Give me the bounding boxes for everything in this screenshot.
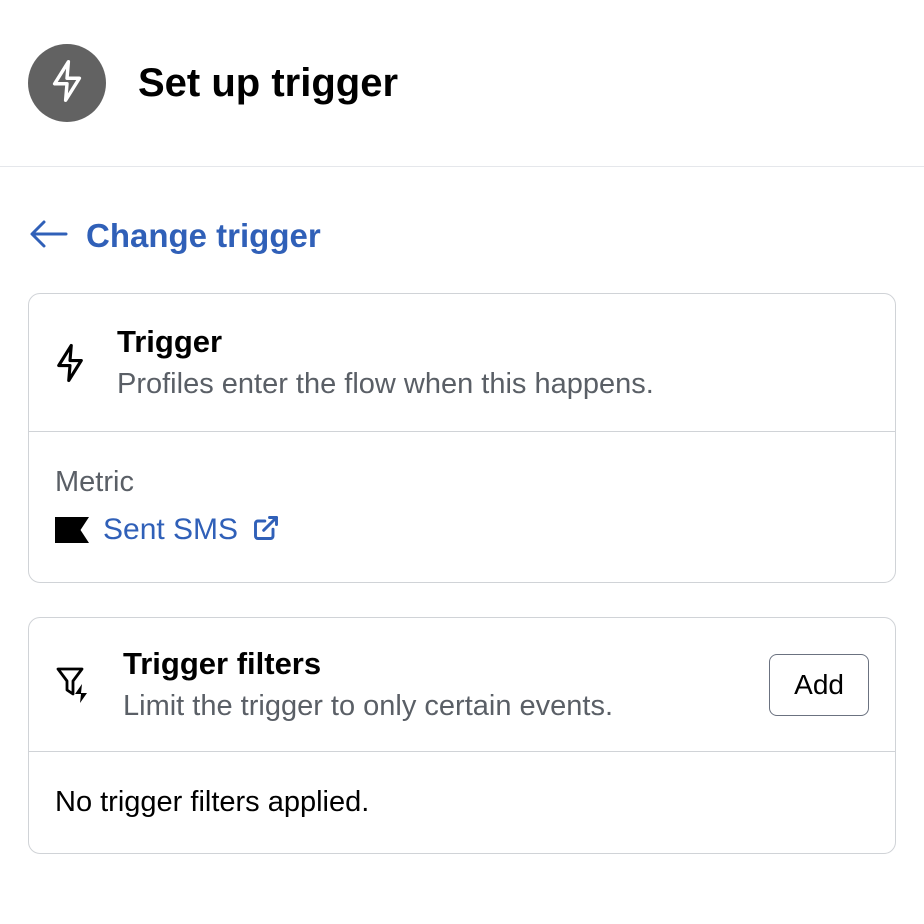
trigger-filters-card: Trigger filters Limit the trigger to onl… [28, 617, 896, 854]
trigger-card-header: Trigger Profiles enter the flow when thi… [29, 294, 895, 432]
flag-icon [55, 517, 89, 543]
trigger-filters-header: Trigger filters Limit the trigger to onl… [29, 618, 895, 752]
trigger-filters-description: Limit the trigger to only certain events… [123, 690, 769, 723]
add-filter-button[interactable]: Add [769, 654, 869, 716]
trigger-filters-body: No trigger filters applied. [29, 752, 895, 853]
change-trigger-link[interactable]: Change trigger [28, 217, 321, 255]
metric-value-link[interactable]: Sent SMS [55, 513, 280, 547]
lightning-icon [50, 59, 84, 108]
header-icon-circle [28, 44, 106, 122]
metric-link-text: Sent SMS [103, 513, 238, 547]
trigger-card-description: Profiles enter the flow when this happen… [117, 368, 869, 401]
trigger-card-body: Metric Sent SMS [29, 432, 895, 582]
content-area: Change trigger Trigger Profiles enter th… [0, 167, 924, 854]
metric-label: Metric [55, 466, 869, 499]
back-arrow-icon [28, 218, 68, 255]
lightning-icon [55, 343, 85, 388]
page-title: Set up trigger [138, 61, 398, 106]
page-header: Set up trigger [0, 0, 924, 167]
external-link-icon [252, 514, 280, 547]
trigger-card-header-text: Trigger Profiles enter the flow when thi… [117, 324, 869, 401]
trigger-card: Trigger Profiles enter the flow when thi… [28, 293, 896, 583]
change-trigger-label: Change trigger [86, 217, 321, 255]
trigger-filters-header-text: Trigger filters Limit the trigger to onl… [123, 646, 769, 723]
filter-lightning-icon [55, 666, 91, 709]
trigger-filters-title: Trigger filters [123, 646, 769, 682]
trigger-card-title: Trigger [117, 324, 869, 360]
